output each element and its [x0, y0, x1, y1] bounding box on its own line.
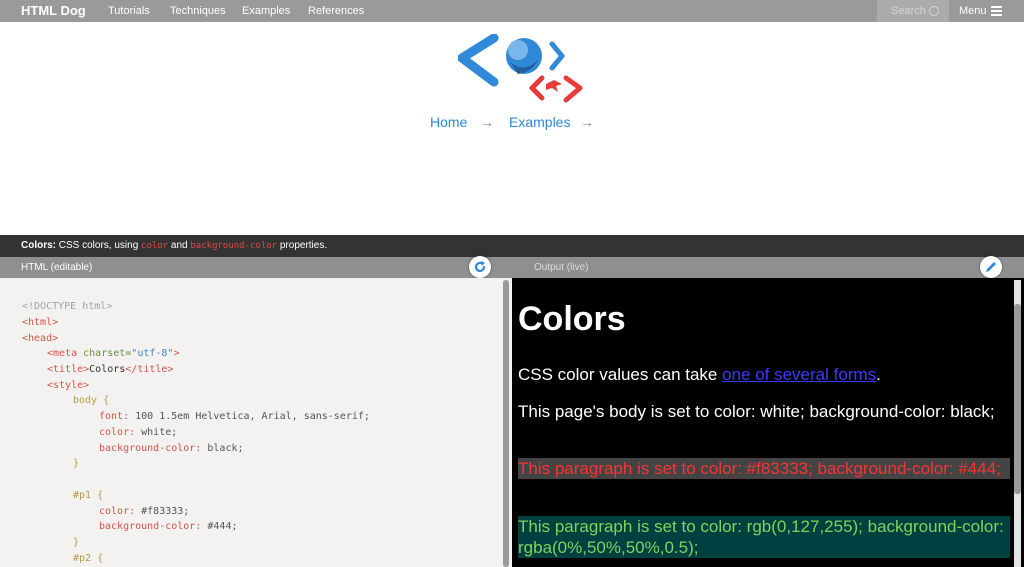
search-label: Search — [891, 5, 926, 17]
code-meta-attr: charset= — [77, 348, 132, 359]
site-brand[interactable]: HTML Dog — [21, 3, 86, 18]
breadcrumb-home-link[interactable]: Home — [430, 114, 467, 130]
output-paragraph-p2: This paragraph is set to color: rgb(0,12… — [518, 516, 1010, 558]
code-meta-value: "utf-8" — [131, 348, 174, 359]
output-intro-paragraph: CSS color values can take one of several… — [518, 364, 1010, 385]
edit-button[interactable] — [980, 256, 1002, 278]
code-p2-selector: #p2 { — [73, 553, 104, 564]
output-body-paragraph: This page's body is set to color: white;… — [518, 402, 995, 421]
code-line: background-color: black; — [99, 443, 244, 454]
code-val-font: 100 1.5em Helvetica, Arial, sans-serif; — [129, 411, 370, 422]
code-p1-selector: #p1 { — [73, 490, 104, 501]
example-description: Colors: CSS colors, using color and back… — [21, 240, 327, 251]
code-line: <style> — [47, 380, 89, 391]
breadcrumb-examples-link[interactable]: Examples — [509, 114, 570, 130]
editor-scrollbar[interactable] — [503, 280, 509, 567]
code-line: font: 100 1.5em Helvetica, Arial, sans-s… — [99, 411, 370, 422]
code-body-selector: body { — [73, 395, 110, 406]
nav-link-examples[interactable]: Examples — [242, 5, 290, 17]
code-title-open: <title> — [47, 364, 90, 375]
html-code-editor[interactable]: <!DOCTYPE html> <html> <head> <meta char… — [0, 278, 512, 567]
output-panel-title: Output (live) — [534, 262, 589, 273]
code-prop-background-color: background-color: — [99, 521, 202, 532]
code-html-tag: <html> — [22, 317, 59, 328]
description-text-b: and — [168, 240, 191, 251]
code-line: <meta charset="utf-8"> — [47, 348, 179, 359]
output-heading: Colors — [518, 300, 626, 338]
live-output-panel: Colors CSS color values can take one of … — [512, 278, 1024, 567]
search-box[interactable]: Search — [877, 0, 949, 22]
code-line: <html> — [22, 317, 58, 328]
html-dog-logo[interactable] — [458, 34, 586, 106]
nav-link-tutorials[interactable]: Tutorials — [108, 5, 150, 17]
breadcrumb-arrow-2: → — [580, 114, 594, 130]
output-intro-end: . — [876, 365, 881, 384]
code-head-tag: <head> — [22, 333, 59, 344]
nav-link-techniques[interactable]: Techniques — [170, 5, 226, 17]
code-close-brace: } — [73, 537, 80, 548]
output-intro-text: CSS color values can take — [518, 365, 723, 384]
code-meta-close: > — [173, 348, 180, 359]
code-line: } — [73, 458, 79, 469]
description-code-background-color: background-color — [190, 241, 278, 251]
code-title-close: </title> — [125, 364, 174, 375]
example-title: Colors: — [21, 240, 56, 251]
description-text-c: properties. — [277, 240, 328, 251]
search-icon — [929, 6, 939, 16]
code-close-brace: } — [73, 458, 80, 469]
code-title-text: Colors — [89, 364, 126, 375]
code-prop-color: color: — [99, 506, 136, 517]
description-text-a: CSS colors, using — [56, 240, 142, 251]
code-val-background-color: #444; — [201, 521, 238, 532]
code-style-tag: <style> — [47, 380, 90, 391]
code-line: #p2 { — [73, 553, 103, 564]
code-prop-font: font: — [99, 411, 130, 422]
code-line: background-color: #444; — [99, 521, 237, 532]
code-line: <head> — [22, 333, 58, 344]
code-meta-open: <meta — [47, 348, 78, 359]
refresh-button[interactable] — [469, 256, 491, 278]
code-line: #p1 { — [73, 490, 103, 501]
code-line: color: white; — [99, 427, 177, 438]
top-navigation-bar: HTML Dog Tutorials Techniques Examples R… — [0, 0, 1024, 22]
pencil-icon — [986, 262, 996, 272]
menu-button[interactable]: Menu — [959, 5, 1002, 17]
code-doctype: <!DOCTYPE html> — [22, 301, 113, 312]
example-description-bar: Colors: CSS colors, using color and back… — [0, 235, 1024, 257]
editor-scrollbar-thumb[interactable] — [503, 280, 509, 567]
output-paragraph-p1: This paragraph is set to color: #f83333;… — [518, 458, 1010, 479]
hamburger-menu-icon — [991, 6, 1002, 16]
description-code-color: color — [141, 241, 169, 251]
code-line: <title>Colors</title> — [47, 364, 173, 375]
breadcrumb-arrow-1: → — [480, 114, 494, 130]
code-val-color: white; — [135, 427, 178, 438]
refresh-icon — [474, 261, 486, 273]
output-panel-header: Output (live) — [512, 257, 1024, 278]
code-prop-color: color: — [99, 427, 136, 438]
output-scrollbar-thumb[interactable] — [1014, 304, 1021, 494]
code-line: body { — [73, 395, 109, 406]
output-forms-link[interactable]: one of several forms — [722, 365, 876, 384]
code-prop-background-color: background-color: — [99, 443, 202, 454]
html-panel-title: HTML (editable) — [21, 262, 93, 273]
output-scrollbar[interactable] — [1014, 280, 1021, 567]
code-val-color: #f83333; — [135, 506, 190, 517]
code-line: color: #f83333; — [99, 506, 189, 517]
menu-label: Menu — [959, 5, 987, 17]
code-val-background-color: black; — [201, 443, 244, 454]
code-line: } — [73, 537, 79, 548]
code-line: <!DOCTYPE html> — [22, 301, 112, 312]
html-panel-header: HTML (editable) — [0, 257, 512, 278]
nav-link-references[interactable]: References — [308, 5, 364, 17]
